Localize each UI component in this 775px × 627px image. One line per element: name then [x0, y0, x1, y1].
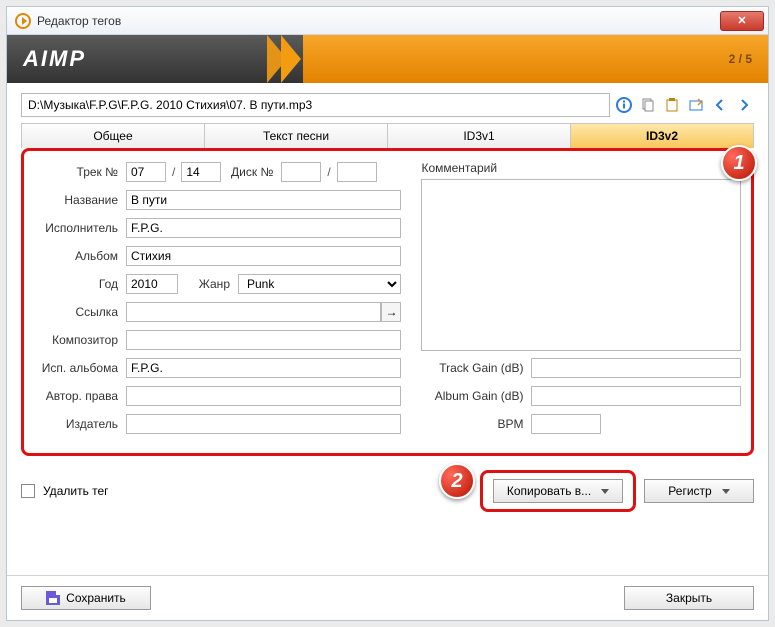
revert-icon[interactable] — [686, 95, 706, 115]
track-number-input[interactable] — [126, 162, 166, 182]
label-album-gain: Album Gain (dB) — [421, 389, 531, 403]
label-track-no: Трек № — [34, 165, 126, 179]
chevron-decoration — [267, 35, 295, 83]
app-logo: AIMP — [23, 46, 86, 72]
tab-bar: Общее Текст песни ID3v1 ID3v2 — [21, 123, 754, 148]
track-counter: 2 / 5 — [729, 52, 752, 66]
file-path-input[interactable] — [21, 93, 610, 117]
case-button[interactable]: Регистр — [644, 479, 754, 503]
album-input[interactable] — [126, 246, 401, 266]
titlebar: Редактор тегов ✕ — [7, 7, 768, 35]
copy-to-button[interactable]: Копировать в... — [493, 479, 623, 503]
app-icon — [15, 13, 31, 29]
header-band: AIMP 2 / 5 — [7, 35, 768, 83]
title-input[interactable] — [126, 190, 401, 210]
tab-label: ID3v2 — [646, 129, 678, 143]
label-disc-no: Диск № — [221, 165, 281, 179]
save-icon — [46, 591, 60, 605]
copyright-input[interactable] — [126, 386, 401, 406]
tag-form-panel: 1 Трек № / Диск № / Название — [21, 148, 754, 456]
label-delete-tag: Удалить тег — [43, 484, 109, 498]
album-artist-input[interactable] — [126, 358, 401, 378]
label-year: Год — [34, 277, 126, 291]
label-comment: Комментарий — [421, 161, 741, 175]
comment-textarea[interactable] — [421, 179, 741, 351]
info-icon[interactable] — [614, 95, 634, 115]
composer-input[interactable] — [126, 330, 401, 350]
label-publisher: Издатель — [34, 417, 126, 431]
label-album-artist: Исп. альбома — [34, 361, 126, 375]
genre-select[interactable]: Punk — [238, 274, 401, 294]
prev-file-button[interactable] — [710, 95, 730, 115]
disc-total-input[interactable] — [337, 162, 377, 182]
label-genre: Жанр — [178, 277, 238, 291]
label-artist: Исполнитель — [34, 221, 126, 235]
close-window-button[interactable]: ✕ — [720, 11, 764, 31]
annotation-badge-1: 1 — [721, 145, 757, 181]
button-label: Копировать в... — [507, 484, 591, 498]
button-label: Регистр — [668, 484, 711, 498]
year-input[interactable] — [126, 274, 178, 294]
tab-id3v1[interactable]: ID3v1 — [388, 124, 571, 148]
delete-tag-checkbox[interactable] — [21, 484, 35, 498]
tab-label: ID3v1 — [463, 129, 494, 143]
label-url: Ссылка — [34, 305, 126, 319]
disc-number-input[interactable] — [281, 162, 321, 182]
paste-icon[interactable] — [662, 95, 682, 115]
window-title: Редактор тегов — [37, 14, 121, 28]
save-button[interactable]: Сохранить — [21, 586, 151, 610]
label-composer: Композитор — [34, 333, 126, 347]
close-button[interactable]: Закрыть — [624, 586, 754, 610]
url-go-button[interactable]: → — [381, 302, 401, 322]
label-album: Альбом — [34, 249, 126, 263]
publisher-input[interactable] — [126, 414, 401, 434]
tab-general[interactable]: Общее — [22, 124, 205, 148]
url-input[interactable] — [126, 302, 381, 322]
annotation-badge-2: 2 — [439, 463, 475, 499]
next-file-button[interactable] — [734, 95, 754, 115]
track-gain-input[interactable] — [531, 358, 741, 378]
copy-icon[interactable] — [638, 95, 658, 115]
tab-lyrics[interactable]: Текст песни — [205, 124, 388, 148]
slash-separator: / — [166, 165, 181, 179]
artist-input[interactable] — [126, 218, 401, 238]
copy-button-highlight: 2 Копировать в... — [480, 470, 636, 512]
tab-label: Общее — [93, 129, 132, 143]
label-bpm: BPM — [421, 417, 531, 431]
album-gain-input[interactable] — [531, 386, 741, 406]
bpm-input[interactable] — [531, 414, 601, 434]
slash-separator: / — [321, 165, 336, 179]
button-label: Закрыть — [666, 591, 712, 605]
label-copyright: Автор. права — [34, 389, 126, 403]
button-label: Сохранить — [66, 591, 126, 605]
tab-id3v2[interactable]: ID3v2 — [571, 124, 753, 148]
track-total-input[interactable] — [181, 162, 221, 182]
label-track-gain: Track Gain (dB) — [421, 361, 531, 375]
label-title: Название — [34, 193, 126, 207]
tab-label: Текст песни — [263, 129, 329, 143]
